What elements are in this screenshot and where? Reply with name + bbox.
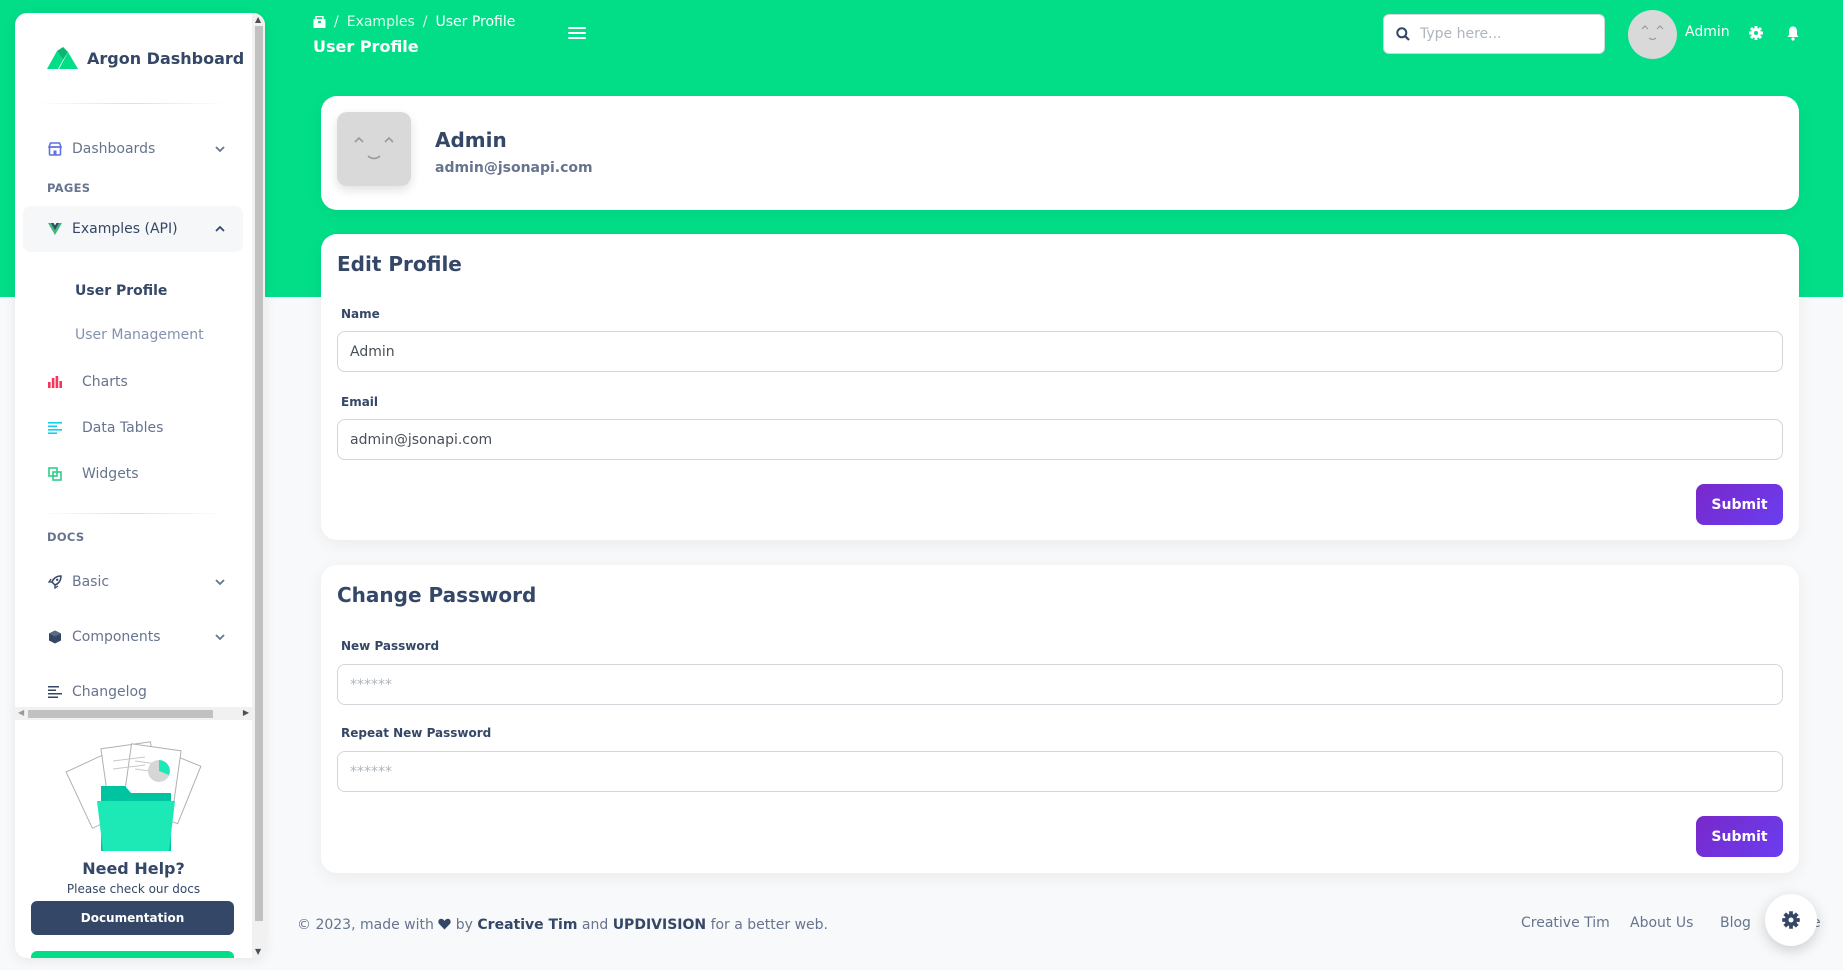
change-password-title: Change Password	[337, 583, 537, 607]
footer-by: by	[455, 917, 473, 933]
chevron-down-icon	[215, 146, 225, 153]
vue-icon	[47, 221, 63, 237]
footer-link-blog[interactable]: Blog	[1720, 915, 1751, 931]
change-password-card: Change Password New Password Repeat New …	[321, 565, 1799, 873]
edit-profile-submit-button[interactable]: Submit	[1696, 484, 1783, 525]
shop-icon	[47, 141, 63, 157]
chevron-up-icon	[215, 225, 225, 232]
list-icon	[47, 420, 63, 436]
brand-name: Argon Dashboard	[87, 48, 245, 68]
sidebar-subitem-user-profile[interactable]: User Profile	[75, 283, 167, 299]
documentation-button[interactable]: Documentation	[31, 901, 234, 935]
section-label-docs: DOCS	[47, 530, 85, 544]
box-icon	[47, 629, 63, 645]
settings-icon	[1782, 911, 1800, 929]
sidebar-item-basic[interactable]: Basic	[23, 559, 243, 605]
profile-name: Admin	[435, 128, 507, 152]
footer-link-updivision[interactable]: UPDIVISION	[613, 917, 706, 933]
scroll-down-icon[interactable]: ▼	[255, 947, 261, 956]
sidebar-divider	[37, 103, 227, 104]
breadcrumb: / Examples / User Profile	[313, 14, 515, 30]
search-icon	[1396, 27, 1410, 41]
scrollbar-thumb[interactable]	[28, 710, 213, 718]
profile-avatar	[337, 112, 411, 186]
email-input[interactable]	[337, 419, 1783, 460]
search-input[interactable]	[1420, 26, 1590, 42]
profile-email: admin@jsonapi.com	[435, 160, 593, 176]
chevron-down-icon	[215, 579, 225, 586]
section-label-pages: PAGES	[47, 181, 91, 195]
footer-copyright: © 2023, made with by Creative Tim and UP…	[297, 917, 828, 933]
sidebar-item-data-tables[interactable]: Data Tables	[23, 405, 243, 451]
breadcrumb-examples[interactable]: Examples	[347, 14, 415, 30]
sidebar-item-label: Data Tables	[82, 420, 164, 436]
footer-link-creative-tim-nav[interactable]: Creative Tim	[1521, 915, 1610, 931]
footer-and: and	[581, 917, 609, 933]
breadcrumb-separator: /	[422, 14, 428, 30]
settings-fab[interactable]	[1765, 894, 1817, 946]
brand[interactable]: Argon Dashboard	[15, 13, 252, 103]
sidebar-item-label: Dashboards	[72, 141, 156, 157]
repeat-password-input[interactable]	[337, 751, 1783, 792]
sidebar-item-label: Components	[72, 629, 161, 645]
logo-icon	[47, 47, 78, 69]
change-password-submit-button[interactable]: Submit	[1696, 816, 1783, 857]
page-title: User Profile	[313, 37, 419, 56]
help-title: Need Help?	[82, 859, 185, 878]
footer-link-creative-tim[interactable]: Creative Tim	[477, 917, 577, 933]
gear-icon[interactable]	[1748, 25, 1764, 41]
edit-profile-card: Edit Profile Name Email Submit	[321, 234, 1799, 540]
scroll-up-icon[interactable]: ▲	[255, 15, 261, 24]
sidebar-item-label: Examples (API)	[72, 221, 178, 237]
scroll-right-icon[interactable]: ▶	[243, 708, 249, 717]
new-password-input[interactable]	[337, 664, 1783, 705]
sidebar-item-widgets[interactable]: Widgets	[23, 451, 243, 497]
sidebar-item-label: Changelog	[72, 684, 147, 700]
name-input[interactable]	[337, 331, 1783, 372]
bell-icon[interactable]	[1785, 25, 1801, 41]
rocket-icon	[47, 574, 63, 590]
sidebar-divider	[37, 513, 227, 514]
widgets-icon	[47, 466, 63, 482]
email-label: Email	[341, 395, 379, 409]
top-username[interactable]: Admin	[1685, 24, 1730, 40]
sidebar: Argon Dashboard Dashboards PAGES Example…	[15, 13, 265, 958]
sidebar-item-examples[interactable]: Examples (API)	[23, 206, 243, 252]
footer-tail: for a better web.	[710, 917, 828, 933]
help-illustration	[65, 741, 202, 851]
footer-copyright-text: © 2023, made with	[297, 917, 434, 933]
repeat-password-label: Repeat New Password	[341, 726, 492, 740]
avatar[interactable]	[1628, 10, 1677, 59]
sidebar-subitem-user-management[interactable]: User Management	[75, 327, 204, 343]
sidebar-item-components[interactable]: Components	[23, 614, 243, 660]
sidebar-item-label: Charts	[82, 374, 128, 390]
home-icon[interactable]	[313, 16, 326, 28]
new-password-label: New Password	[341, 639, 440, 653]
sidebar-vertical-scrollbar[interactable]: ▲ ▼	[252, 13, 265, 958]
profile-header-card: Admin admin@jsonapi.com	[321, 96, 1799, 210]
chevron-down-icon	[215, 634, 225, 641]
sidebar-item-label: Basic	[72, 574, 110, 590]
breadcrumb-current: User Profile	[435, 14, 516, 30]
help-subtitle: Please check our docs	[66, 882, 201, 896]
menu-icon[interactable]	[568, 27, 586, 41]
breadcrumb-separator: /	[334, 14, 339, 30]
search-field[interactable]	[1383, 14, 1605, 54]
chart-bar-icon	[47, 374, 63, 390]
heart-icon	[438, 918, 451, 930]
sidebar-horizontal-scrollbar[interactable]: ◀ ▶	[15, 707, 252, 720]
scrollbar-thumb[interactable]	[255, 26, 263, 921]
name-label: Name	[341, 307, 380, 321]
scroll-left-icon[interactable]: ◀	[18, 708, 24, 717]
sidebar-item-dashboards[interactable]: Dashboards	[23, 126, 243, 172]
upgrade-button[interactable]	[31, 951, 234, 958]
sidebar-item-label: Widgets	[82, 466, 139, 482]
edit-profile-title: Edit Profile	[337, 252, 462, 276]
sidebar-item-charts[interactable]: Charts	[23, 359, 243, 405]
footer-link-about-us[interactable]: About Us	[1630, 915, 1693, 931]
changelog-icon	[47, 684, 63, 700]
